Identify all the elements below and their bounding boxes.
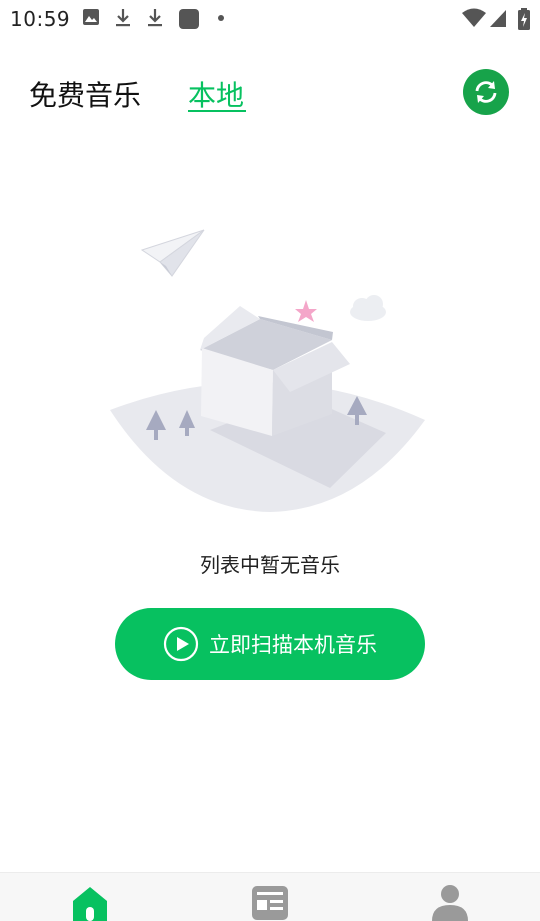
- battery-charging-icon: [518, 8, 530, 30]
- paper-plane-icon: [140, 229, 205, 277]
- cloud-icon: [350, 295, 386, 321]
- bottom-nav: [0, 872, 540, 921]
- status-bar: 10:59: [0, 0, 540, 38]
- play-circle-icon: [163, 626, 199, 662]
- tab-local[interactable]: 本地: [188, 74, 244, 114]
- download-icon: [116, 9, 130, 27]
- tab-free-music[interactable]: 免费音乐: [29, 74, 141, 114]
- scan-button-label: 立即扫描本机音乐: [209, 633, 377, 657]
- status-time: 10:59: [10, 7, 71, 31]
- empty-box-illustration: [110, 229, 425, 512]
- empty-message: 列表中暂无音乐: [200, 553, 340, 577]
- refresh-icon: [475, 81, 497, 103]
- scan-local-music-button[interactable]: 立即扫描本机音乐: [115, 608, 425, 680]
- wifi-icon: [462, 8, 486, 27]
- signal-icon: [490, 10, 506, 27]
- app-square-icon: [179, 9, 199, 29]
- dot-icon: [218, 15, 224, 21]
- profile-icon[interactable]: [431, 885, 469, 921]
- home-icon[interactable]: [70, 883, 110, 921]
- download-icon: [148, 9, 162, 27]
- tab-active-indicator: [188, 110, 246, 112]
- refresh-button[interactable]: [463, 69, 509, 115]
- image-icon: [83, 9, 99, 25]
- news-icon[interactable]: [251, 883, 289, 921]
- star-icon: [295, 300, 317, 322]
